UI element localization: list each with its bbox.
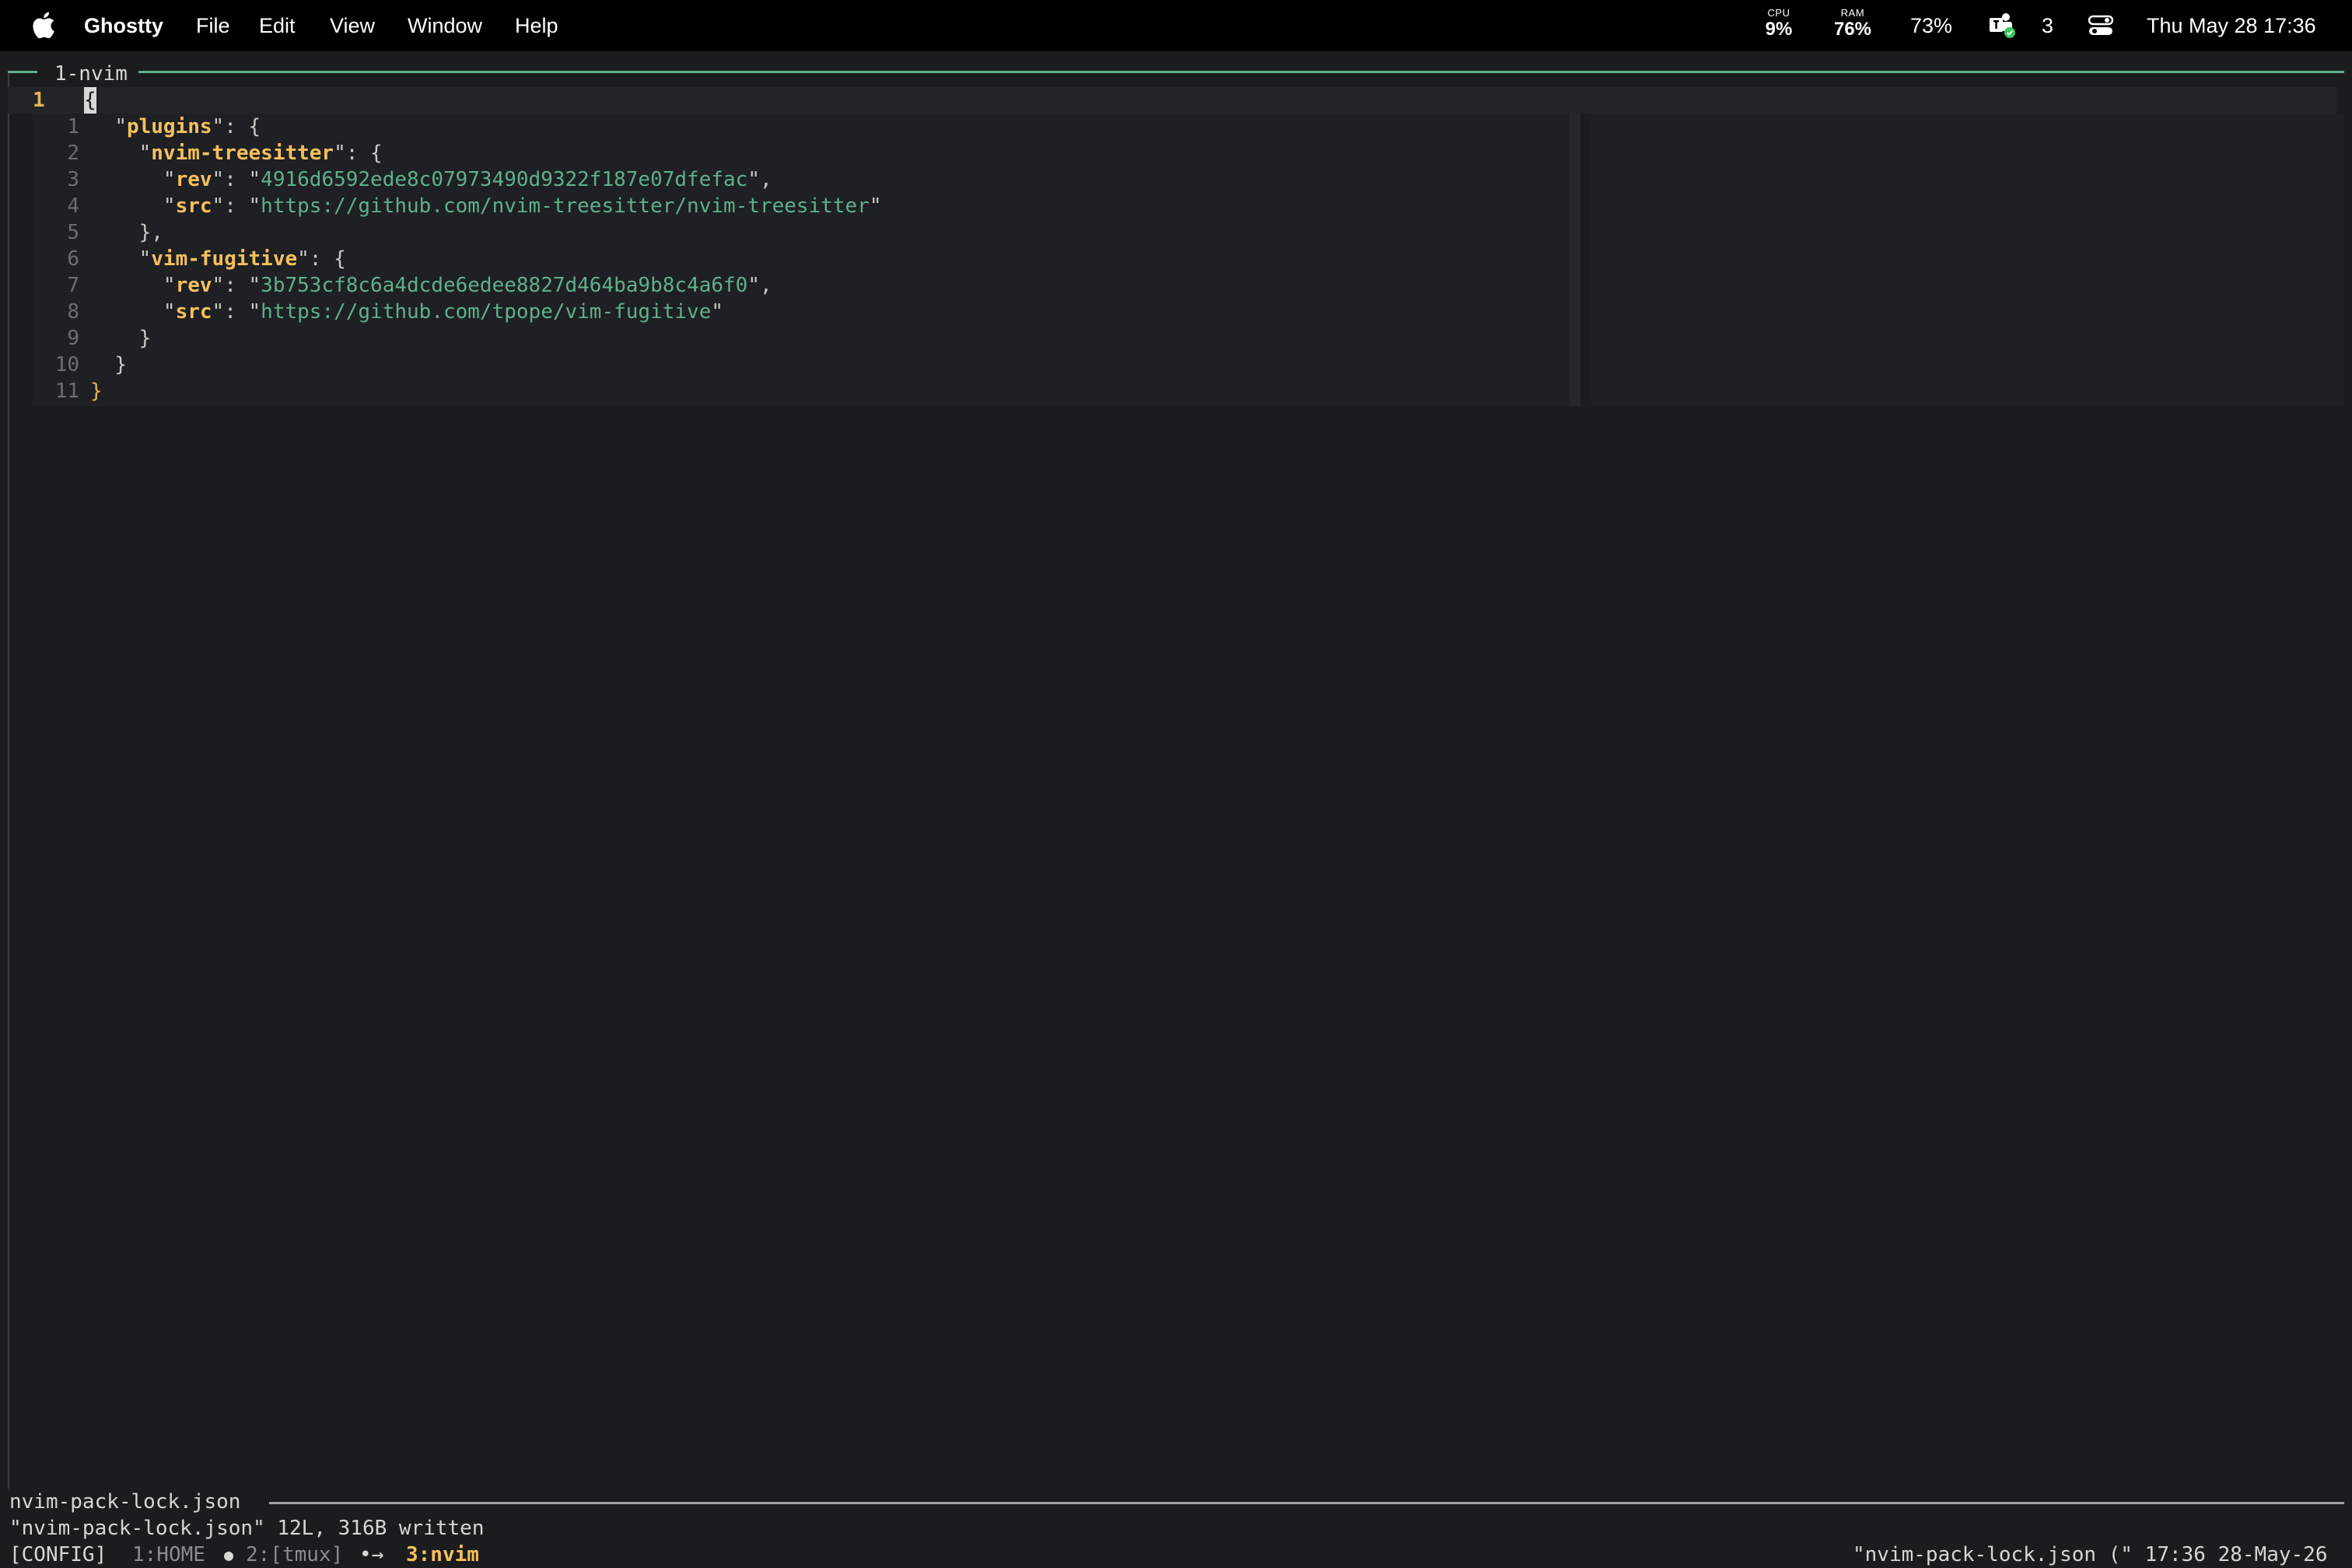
line-number: 4: [67, 194, 79, 218]
code-text: "nvim-treesitter": {: [138, 142, 383, 165]
code-text: }: [114, 353, 127, 376]
control-center-icon[interactable]: [2088, 15, 2113, 37]
menu-help[interactable]: Help: [515, 12, 558, 40]
line-number: 8: [67, 300, 79, 324]
menu-file[interactable]: File: [196, 12, 230, 40]
cursor-line-number: 1: [33, 89, 45, 112]
pane-border-top-left: [8, 71, 37, 73]
cpu-label: CPU: [1767, 7, 1790, 19]
code-text: },: [138, 221, 163, 244]
floating-preview-window[interactable]: 1 "plugins": { 2 "nvim-treesitter": { 3 "r…: [33, 114, 1580, 406]
tmux-window-nvim[interactable]: 3:nvim: [406, 1542, 479, 1568]
pane-border-top-right: [134, 71, 2344, 73]
code-text: "plugins": {: [114, 115, 261, 138]
statusline-separator: [269, 1502, 2344, 1504]
menu-window[interactable]: Window: [408, 12, 482, 40]
code-text: "rev": "3b753cf8c6a4dcde6edee8827d464ba9…: [163, 274, 772, 297]
menu-bar: Ghostty File Edit View Window Help CPU 9…: [0, 0, 2352, 51]
terminal-window[interactable]: 1-nvim 1 { 1 "plugins": { 2 "nvim-treesit…: [8, 61, 2344, 1566]
pane-title: 1-nvim: [44, 61, 138, 87]
line-number: 6: [67, 247, 79, 271]
line-number: 1: [67, 115, 79, 138]
text-cursor: {: [84, 87, 96, 114]
line-number: 5: [67, 221, 79, 244]
tmux-arrow: •→: [359, 1543, 384, 1566]
statusline-filename: nvim-pack-lock.json: [9, 1490, 241, 1514]
menu-edit[interactable]: Edit: [259, 12, 296, 40]
code-text: }: [138, 327, 152, 350]
tmux-bullet: ●: [224, 1545, 234, 1564]
menu-app-ghostty[interactable]: Ghostty: [84, 12, 163, 40]
cpu-value: 9%: [1765, 19, 1793, 40]
code-text: "vim-fugitive": {: [138, 247, 346, 271]
cursor-line-text[interactable]: {: [84, 87, 96, 114]
code-text: "src": "https://github.com/nvim-treesitt…: [163, 194, 882, 218]
menubar-clock[interactable]: Thu May 28 17:36: [2147, 12, 2316, 40]
battery-percent[interactable]: 73%: [1910, 12, 1952, 40]
line-number: 7: [67, 274, 79, 297]
tmux-window-tmux[interactable]: 2:[tmux]: [246, 1542, 343, 1568]
code-text: "src": "https://github.com/tpope/vim-fug…: [163, 300, 724, 324]
ram-label: RAM: [1840, 7, 1865, 19]
tmux-window-home[interactable]: 1:HOME: [132, 1542, 205, 1568]
line-number: 2: [67, 142, 79, 165]
pane-border-left: [8, 73, 9, 1489]
menu-view[interactable]: View: [330, 12, 375, 40]
code-text: }: [90, 380, 103, 403]
line-number: 10: [54, 353, 79, 376]
float-divider: [1570, 114, 1580, 406]
teams-icon[interactable]: [1987, 11, 2017, 39]
teams-count: 3: [2042, 14, 2054, 37]
code-text: "rev": "4916d6592ede8c07973490d9322f187e…: [163, 168, 772, 191]
floating-preview-empty: [1591, 114, 2344, 406]
line-number: 11: [54, 380, 79, 403]
ram-meter[interactable]: RAM 76%: [1828, 8, 1878, 40]
tmux-status-right: "nvim-pack-lock.json (" 17:36 28-May-26: [1853, 1543, 2328, 1566]
apple-logo-icon[interactable]: [30, 9, 56, 40]
message-line: "nvim-pack-lock.json" 12L, 316B written: [9, 1517, 485, 1540]
cursor-line: [8, 87, 2336, 114]
line-number: 3: [67, 168, 79, 191]
cpu-meter[interactable]: CPU 9%: [1756, 8, 1801, 40]
line-number: 9: [67, 327, 79, 350]
tmux-session[interactable]: [CONFIG]: [9, 1542, 107, 1568]
ram-value: 76%: [1833, 19, 1872, 40]
